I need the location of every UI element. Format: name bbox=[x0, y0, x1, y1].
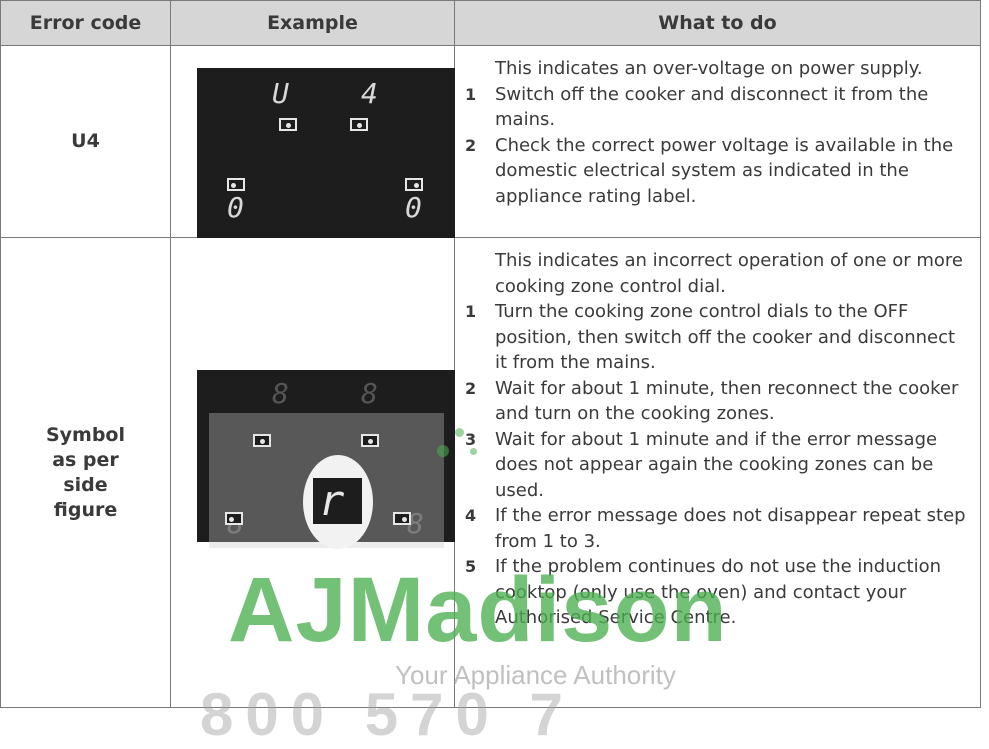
table-row: U4 U 4 0 0 This indicates an over-voltag… bbox=[0, 45, 981, 238]
step-text: Switch off the cooker and disconnect it … bbox=[495, 83, 929, 131]
header-what-to-do: What to do bbox=[454, 0, 981, 46]
header-example: Example bbox=[170, 0, 455, 46]
watermark-dot bbox=[470, 448, 477, 455]
list-item: 1 Turn the cooking zone control dials to … bbox=[465, 299, 968, 376]
error-code-label: as per bbox=[52, 448, 119, 471]
error-code-label: figure bbox=[53, 498, 118, 521]
list-item: 1 Switch off the cooker and disconnect it… bbox=[465, 82, 968, 133]
error-symbol-box: r bbox=[311, 476, 364, 526]
display-digit: 4 bbox=[361, 77, 378, 110]
instructions-cell: This indicates an over-voltage on power … bbox=[454, 45, 981, 238]
list-item: 2 Check the correct power voltage is avai… bbox=[465, 133, 968, 210]
display-digit: 0 bbox=[405, 191, 422, 224]
cooking-zone-icon bbox=[361, 434, 379, 447]
cooking-zone-icon bbox=[279, 118, 297, 131]
step-text: Wait for about 1 minute and if the error… bbox=[495, 428, 938, 501]
step-text: Check the correct power voltage is avail… bbox=[495, 134, 954, 207]
error-code-label: side bbox=[63, 473, 108, 496]
step-number: 5 bbox=[465, 557, 477, 576]
step-number: 2 bbox=[465, 135, 477, 155]
step-text: Turn the cooking zone control dials to t… bbox=[495, 301, 956, 373]
cooktop-display-u4: U 4 0 0 bbox=[197, 68, 455, 238]
watermark-dot bbox=[437, 445, 449, 457]
step-text: If the error message does not disappear … bbox=[495, 505, 966, 552]
list-item: 3 Wait for about 1 minute and if the erro… bbox=[465, 427, 968, 504]
step-number: 4 bbox=[465, 506, 477, 525]
error-code-table: Error code Example What to do U4 U 4 0 0 bbox=[0, 0, 981, 708]
error-code-cell: Symbol as per side figure bbox=[0, 237, 171, 708]
instruction-intro: This indicates an incorrect operation of… bbox=[495, 250, 964, 297]
step-text: Wait for about 1 minute, then reconnect … bbox=[495, 377, 959, 425]
display-digit: 8 bbox=[361, 377, 378, 410]
cooking-zone-icon bbox=[350, 118, 368, 131]
error-code-label: Symbol bbox=[45, 423, 126, 446]
header-error-code: Error code bbox=[0, 0, 171, 46]
step-number: 3 bbox=[465, 429, 477, 449]
watermark-dot bbox=[455, 428, 464, 437]
example-cell: U 4 0 0 bbox=[170, 45, 455, 238]
example-cell: 8 8 8 8 r bbox=[170, 237, 455, 708]
display-digit: 8 bbox=[272, 377, 289, 410]
instructions-cell: This indicates an incorrect operation of… bbox=[454, 237, 981, 708]
instruction-intro: This indicates an over-voltage on power … bbox=[495, 58, 923, 79]
table-row: Symbol as per side figure 8 8 8 8 bbox=[0, 237, 981, 708]
highlight-overlay: r bbox=[209, 413, 444, 549]
step-number: 1 bbox=[465, 84, 477, 104]
cooking-zone-icon bbox=[225, 512, 243, 525]
error-code-label: U4 bbox=[71, 130, 100, 152]
display-digit: 0 bbox=[227, 191, 244, 224]
step-number: 1 bbox=[465, 302, 477, 321]
cooking-zone-icon bbox=[253, 434, 271, 447]
list-item: 2 Wait for about 1 minute, then reconnect… bbox=[465, 376, 968, 427]
cooking-zone-icon bbox=[227, 178, 245, 191]
cooking-zone-icon bbox=[405, 178, 423, 191]
list-item: 4 If the error message does not disappear… bbox=[465, 503, 968, 554]
step-number: 2 bbox=[465, 378, 477, 398]
error-code-cell: U4 bbox=[0, 45, 171, 238]
table-header-row: Error code Example What to do bbox=[0, 0, 981, 46]
cooking-zone-icon bbox=[393, 512, 411, 525]
display-digit: U bbox=[272, 77, 289, 110]
step-text: If the problem continues do not use the … bbox=[495, 556, 942, 628]
list-item: 5 If the problem continues do not use the… bbox=[465, 554, 968, 631]
error-symbol: r bbox=[319, 476, 345, 525]
